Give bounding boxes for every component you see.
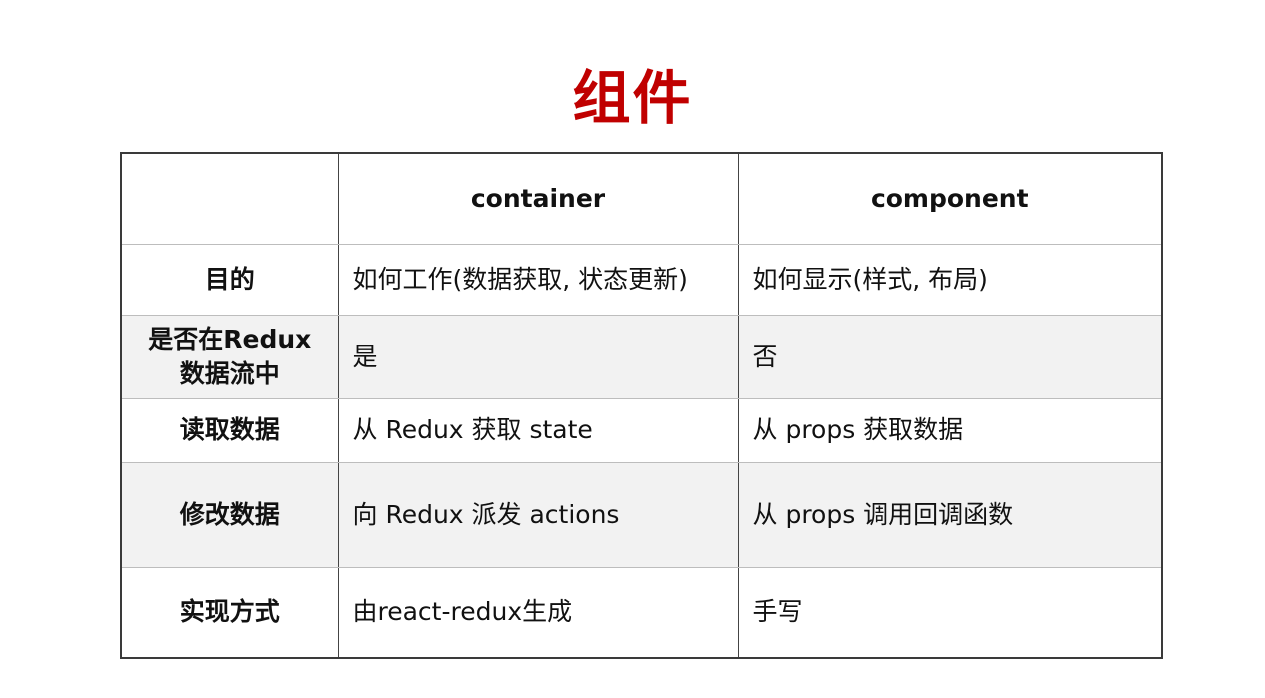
component-cell: 如何显示(样式, 布局) [737, 243, 1163, 316]
container-cell: 向 Redux 派发 actions [337, 461, 739, 568]
component-cell: 从 props 调用回调函数 [737, 461, 1163, 568]
table-row: 修改数据 向 Redux 派发 actions 从 props 调用回调函数 [120, 461, 1163, 568]
row-label: 目的 [120, 243, 339, 316]
comparison-table: container component 目的 如何工作(数据获取, 状态更新) … [120, 152, 1163, 659]
row-label-text: 是否在Redux数据流中 [148, 324, 312, 388]
table-row: 读取数据 从 Redux 获取 state 从 props 获取数据 [120, 397, 1163, 463]
container-cell: 由react-redux生成 [337, 566, 739, 659]
container-cell: 是 [337, 314, 739, 399]
row-label: 读取数据 [120, 397, 339, 463]
header-container: container [337, 152, 739, 245]
header-component: component [737, 152, 1163, 245]
table-header-row: container component [120, 152, 1163, 245]
table-row: 实现方式 由react-redux生成 手写 [120, 566, 1163, 659]
row-label: 修改数据 [120, 461, 339, 568]
container-cell: 如何工作(数据获取, 状态更新) [337, 243, 739, 316]
component-cell: 从 props 获取数据 [737, 397, 1163, 463]
table-row: 目的 如何工作(数据获取, 状态更新) 如何显示(样式, 布局) [120, 243, 1163, 316]
slide-title: 组件 [572, 64, 693, 132]
row-label: 是否在Redux数据流中 [120, 314, 339, 399]
table-row: 是否在Redux数据流中 是 否 [120, 314, 1163, 399]
row-label: 实现方式 [120, 566, 339, 659]
component-cell: 否 [737, 314, 1163, 399]
component-cell: 手写 [737, 566, 1163, 659]
header-empty-cell [120, 152, 339, 245]
container-cell: 从 Redux 获取 state [337, 397, 739, 463]
